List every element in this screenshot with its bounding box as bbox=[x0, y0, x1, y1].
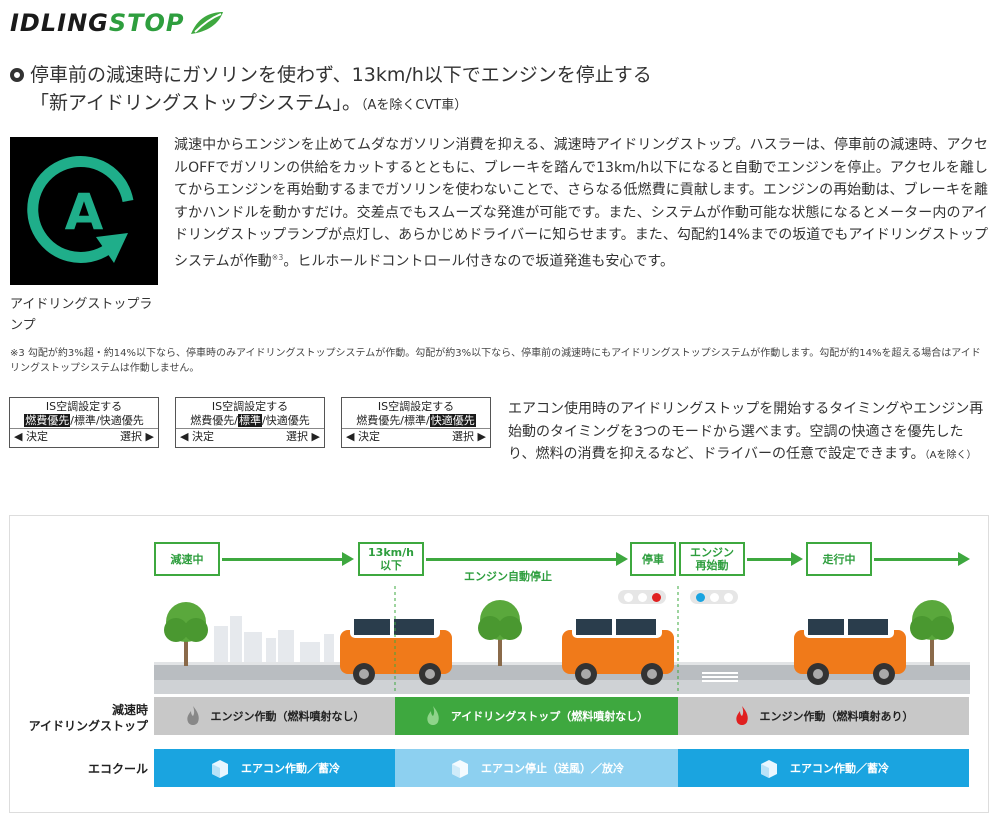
settings-panel-comfort: IS空調設定する 燃費優先/標準/快適優先 ◀ 決定 選択 ▶ bbox=[341, 397, 491, 448]
band-ac-on-1: エアコン作動／蓄冷 bbox=[154, 749, 395, 787]
band-ac-off: エアコン停止（送風）／放冷 bbox=[395, 749, 678, 787]
band-label: エンジン作動（燃料噴射なし） bbox=[210, 710, 365, 723]
option-fuel: 燃費優先 bbox=[356, 414, 401, 427]
headline-note: （Aを除くCVT車） bbox=[360, 98, 468, 113]
logo-stop-text: STOP bbox=[108, 9, 185, 37]
option-fuel: 燃費優先 bbox=[24, 414, 71, 427]
option-standard: 標準 bbox=[74, 414, 96, 427]
flame-green-icon bbox=[427, 706, 439, 725]
panel-nav: ◀ 決定 選択 ▶ bbox=[176, 430, 324, 444]
arrow-head-icon bbox=[616, 552, 628, 566]
panel-title: IS空調設定する bbox=[45, 400, 123, 413]
arrow-head-icon bbox=[791, 552, 803, 566]
ice-cube-icon bbox=[212, 760, 228, 778]
logo-idling-text: IDLING bbox=[10, 9, 109, 37]
option-standard: 標準 bbox=[404, 414, 426, 427]
lamp-caption: アイドリングストップランプ bbox=[10, 297, 153, 333]
panel-options: 燃費優先/標準/快適優先 bbox=[342, 414, 490, 428]
headline-text2: 「新アイドリングストップシステム」。 bbox=[30, 92, 361, 114]
lamp-symbol: A bbox=[65, 183, 104, 241]
panel-divider bbox=[176, 428, 324, 429]
melting-ice-icon bbox=[452, 760, 468, 778]
ac-description-main: エアコン使用時のアイドリングストップを開始するタイミングやエンジン再始動のタイミ… bbox=[508, 401, 984, 462]
description-part1: 減速中からエンジンを止めてムダなガソリン消費を抑える、減速時アイドリングストップ… bbox=[174, 137, 988, 270]
tree-icon bbox=[164, 602, 208, 666]
road-scene-illustration bbox=[154, 586, 970, 694]
panel-nav: ◀ 決定 選択 ▶ bbox=[342, 430, 490, 444]
stage-stopped: 停車 bbox=[630, 542, 676, 576]
row-label-idling-stop: 減速時 アイドリングストップ bbox=[28, 703, 148, 733]
panel-nav: ◀ 決定 選択 ▶ bbox=[10, 430, 158, 444]
idling-stop-lamp-image: A bbox=[10, 137, 158, 285]
idling-stop-logo: IDLING STOP bbox=[10, 8, 225, 38]
footnote-ref: ※3 bbox=[271, 252, 284, 262]
nav-decide: ◀ 決定 bbox=[346, 430, 380, 443]
band-ac-on-2: エアコン作動／蓄冷 bbox=[678, 749, 969, 787]
nav-decide: ◀ 決定 bbox=[180, 430, 214, 443]
option-comfort: 快適優先 bbox=[99, 414, 144, 427]
row-label-ecocool: エコクール bbox=[87, 762, 148, 776]
idling-stop-lamp-icon: A bbox=[27, 156, 134, 263]
footnote: ※3 勾配が約3%超・約14%以下なら、停車時のみアイドリングストップシステムが… bbox=[10, 348, 981, 374]
arrow-line bbox=[747, 558, 791, 561]
stage-decelerating: 減速中 bbox=[154, 542, 220, 576]
panel-divider bbox=[10, 428, 158, 429]
nav-decide: ◀ 決定 bbox=[14, 430, 48, 443]
arrow-line bbox=[874, 558, 958, 561]
arrow-line bbox=[222, 558, 342, 561]
option-comfort: 快適優先 bbox=[429, 414, 476, 427]
option-standard: 標準 bbox=[238, 414, 262, 427]
bullet-circle-icon bbox=[10, 68, 24, 82]
arrow-head-icon bbox=[958, 552, 970, 566]
band-engine-no-fuel: エンジン作動（燃料噴射なし） bbox=[154, 697, 395, 735]
nav-select: 選択 ▶ bbox=[120, 430, 154, 443]
description-text: 減速中からエンジンを止めてムダなガソリン消費を抑える、減速時アイドリングストップ… bbox=[174, 134, 988, 273]
stage-restart: エンジン 再始動 bbox=[679, 542, 745, 576]
band-label: エンジン作動（燃料噴射あり） bbox=[759, 710, 914, 723]
description-part2: 。ヒルホールドコントロール付きなので坂道発進も安心です。 bbox=[283, 253, 674, 270]
band-label: エアコン作動／蓄冷 bbox=[241, 762, 340, 775]
flame-red-icon bbox=[735, 706, 748, 725]
panel-title: IS空調設定する bbox=[377, 400, 455, 413]
band-label: アイドリングストップ（燃料噴射なし） bbox=[450, 710, 649, 723]
stage-driving: 走行中 bbox=[806, 542, 872, 576]
flame-gray-icon bbox=[186, 706, 199, 725]
panel-options: 燃費優先/標準/快適優先 bbox=[176, 414, 324, 428]
option-comfort: 快適優先 bbox=[265, 414, 310, 427]
ac-description-note: （Aを除く） bbox=[924, 450, 977, 461]
panel-title: IS空調設定する bbox=[211, 400, 289, 413]
leaf-icon bbox=[190, 12, 223, 34]
arrow-line bbox=[426, 558, 616, 561]
band-label: エアコン作動／蓄冷 bbox=[790, 762, 889, 775]
headline-text1: 停車前の減速時にガソリンを使わず、13km/h以下でエンジンを停止する bbox=[30, 64, 652, 86]
band-idling-stop: アイドリングストップ（燃料噴射なし） bbox=[395, 697, 678, 735]
option-fuel: 燃費優先 bbox=[190, 414, 235, 427]
ice-cube-icon bbox=[761, 760, 777, 778]
stage-13kmh: 13km/h 以下 bbox=[358, 542, 424, 576]
nav-select: 選択 ▶ bbox=[452, 430, 486, 443]
idling-stop-diagram: 減速中 13km/h 以下 停車 エンジン 再始動 走行中 エンジン自動停止 減… bbox=[9, 515, 989, 813]
ac-description: エアコン使用時のアイドリングストップを開始するタイミングやエンジン再始動のタイミ… bbox=[508, 398, 990, 468]
band-engine-with-fuel: エンジン作動（燃料噴射あり） bbox=[678, 697, 969, 735]
engine-auto-stop-label: エンジン自動停止 bbox=[464, 570, 552, 583]
nav-select: 選択 ▶ bbox=[286, 430, 320, 443]
band-label: エアコン停止（送風）／放冷 bbox=[481, 762, 624, 775]
headline-line2: 「新アイドリングストップシステム」。（Aを除くCVT車） bbox=[30, 90, 467, 119]
arrow-head-icon bbox=[342, 552, 354, 566]
settings-panel-standard: IS空調設定する 燃費優先/標準/快適優先 ◀ 決定 選択 ▶ bbox=[175, 397, 325, 448]
panel-options: 燃費優先/標準/快適優先 bbox=[10, 414, 158, 428]
panel-divider bbox=[342, 428, 490, 429]
settings-panel-fuel: IS空調設定する 燃費優先/標準/快適優先 ◀ 決定 選択 ▶ bbox=[9, 397, 159, 448]
headline-line1: 停車前の減速時にガソリンを使わず、13km/h以下でエンジンを停止する bbox=[10, 62, 652, 88]
